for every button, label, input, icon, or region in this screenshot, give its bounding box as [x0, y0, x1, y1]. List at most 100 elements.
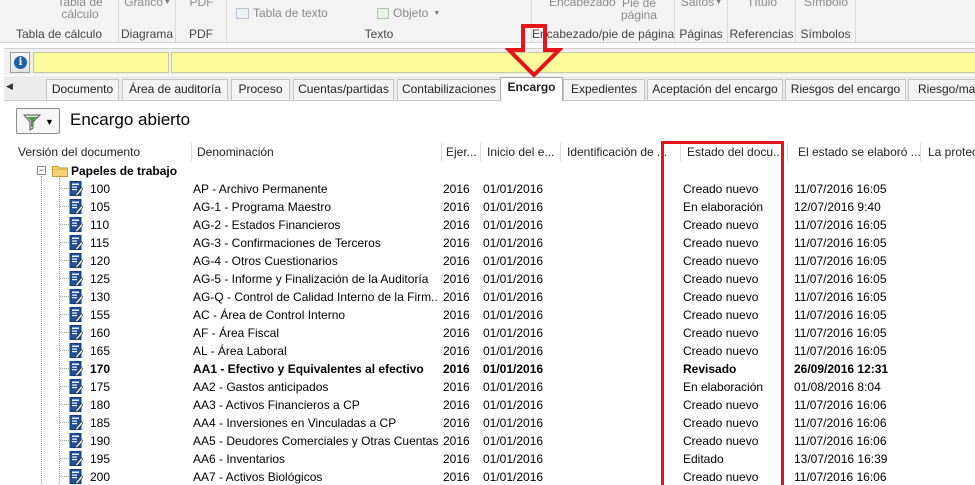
table-row[interactable]: 165 AL - Área Laboral 2016 01/01/2016 Creado… [0, 342, 975, 360]
spreadsheet-button-label: Tabla de cálculo [57, 0, 103, 21]
document-edit-icon [69, 235, 83, 250]
document-edit-icon [69, 181, 83, 196]
tab-encargo[interactable]: Encargo [500, 77, 563, 101]
chart-button-label: Gráfico [124, 0, 163, 9]
column-header-ejercicio[interactable]: Ejer... [444, 145, 480, 161]
object-button[interactable]: Objeto ▼ [377, 7, 441, 20]
document-edit-icon [69, 361, 83, 376]
column-divider[interactable] [680, 143, 681, 161]
document-edit-icon [69, 289, 83, 304]
table-icon [236, 8, 249, 20]
tab-cuentas-partidas[interactable]: Cuentas/partidas [293, 79, 394, 100]
fecha-estado-cell: 11/07/2016 16:05 [794, 218, 887, 232]
table-row[interactable]: 195 AA6 - Inventarios 2016 01/01/2016 Editad… [0, 450, 975, 468]
table-row[interactable]: 100 AP - Archivo Permanente 2016 01/01/2016… [0, 180, 975, 198]
estado-cell: Creado nuevo [683, 218, 759, 232]
tree-branch-line [60, 404, 69, 405]
version-cell: 200 [90, 470, 111, 484]
table-row[interactable]: 160 AF - Área Fiscal 2016 01/01/2016 Creado … [0, 324, 975, 342]
tree-branch-line [60, 242, 69, 243]
table-row[interactable]: 180 AA3 - Activos Financieros a CP 2016 01/… [0, 396, 975, 414]
tree-branch-line [60, 224, 69, 225]
table-row[interactable]: 130 AG-Q - Control de Calidad Interno de … [0, 288, 975, 306]
column-header-identificacion[interactable]: Identificación de ... [565, 145, 679, 161]
table-row[interactable]: 190 AA5 - Deudores Comerciales y Otras Cu… [0, 432, 975, 450]
version-cell: 105 [90, 200, 111, 214]
table-row[interactable]: 170 AA1 - Efectivo y Equivalentes al efec… [0, 360, 975, 378]
pdf-button[interactable]: PDF [176, 0, 227, 8]
spreadsheet-button[interactable]: Tabla de cálculo [50, 0, 110, 24]
ribbon-group-pdf: PDF PDF [176, 0, 227, 43]
breaks-button[interactable]: Saltos▼ [675, 0, 728, 8]
table-row[interactable]: 200 AA7 - Activos Biológicos 2016 01/01/201… [0, 468, 975, 485]
denominacion-cell: AF - Área Fiscal [193, 326, 280, 340]
column-header-denominacion[interactable]: Denominación [195, 145, 440, 161]
column-header-row: Versión del documento Denominación Ejer.… [8, 142, 975, 162]
header-button[interactable]: Encabezado [549, 0, 616, 8]
version-cell: 170 [90, 362, 111, 376]
column-divider[interactable] [480, 143, 481, 161]
tree-root-row[interactable]: Papeles de trabajo [0, 162, 975, 180]
tree-branch-line [60, 260, 69, 261]
footer-button[interactable]: Pie de página [617, 0, 661, 21]
tab-area-de-auditoria[interactable]: Área de auditoría [122, 79, 228, 100]
column-divider[interactable] [787, 143, 788, 161]
caption-button[interactable]: Título [728, 0, 796, 8]
denominacion-cell: AG-Q - Control de Calidad Interno de la … [193, 290, 438, 304]
table-row[interactable]: 110 AG-2 - Estados Financieros 2016 01/01/2… [0, 216, 975, 234]
inicio-cell: 01/01/2016 [483, 434, 544, 448]
chart-button[interactable]: Gráfico▼ [119, 0, 176, 8]
estado-cell: Editado [683, 452, 724, 466]
filter-dropdown-button[interactable]: ▼ [16, 108, 60, 134]
tab-contabilizaciones[interactable]: Contabilizaciones [397, 79, 501, 100]
tree-branch-line [60, 332, 69, 333]
table-row[interactable]: 115 AG-3 - Confirmaciones de Terceros 2016… [0, 234, 975, 252]
ejercicio-cell: 2016 [443, 200, 470, 214]
tree-branch-line [60, 368, 69, 369]
ejercicio-cell: 2016 [443, 344, 470, 358]
estado-cell: Creado nuevo [683, 254, 759, 268]
version-cell: 190 [90, 434, 111, 448]
column-header-proteccion[interactable]: La protec [926, 145, 975, 161]
column-header-fecha-estado[interactable]: El estado se elaboró ... [796, 145, 920, 161]
ribbon-group-pages: Saltos▼ Páginas [675, 0, 728, 43]
document-edit-icon [69, 379, 83, 394]
inicio-cell: 01/01/2016 [483, 344, 544, 358]
table-row[interactable]: 105 AG-1 - Programa Maestro 2016 01/01/2016… [0, 198, 975, 216]
column-divider[interactable] [920, 143, 921, 161]
denominacion-cell: AG-2 - Estados Financieros [193, 218, 341, 232]
fecha-estado-cell: 11/07/2016 16:05 [794, 344, 887, 358]
info-button[interactable]: i [10, 52, 30, 73]
table-row[interactable]: 125 AG-5 - Informe y Finalización de la A… [0, 270, 975, 288]
ejercicio-cell: 2016 [443, 452, 470, 466]
tab-documento[interactable]: Documento [46, 79, 119, 100]
estado-cell: Creado nuevo [683, 182, 759, 196]
column-header-version[interactable]: Versión del documento [16, 145, 190, 161]
version-cell: 195 [90, 452, 111, 466]
tab-aceptacion-del-encargo[interactable]: Aceptación del encargo [647, 79, 783, 100]
table-row[interactable]: 155 AC - Área de Control Interno 2016 01/01… [0, 306, 975, 324]
column-header-estado[interactable]: Estado del docu... [685, 145, 785, 161]
column-divider[interactable] [191, 143, 192, 161]
column-header-inicio[interactable]: Inicio del e... [485, 145, 560, 161]
ribbon-group-references: Título Referencias [728, 0, 796, 43]
ejercicio-cell: 2016 [443, 182, 470, 196]
tab-expedientes[interactable]: Expedientes [563, 79, 645, 100]
symbol-button[interactable]: Símbolo [796, 0, 856, 8]
ejercicio-cell: 2016 [443, 218, 470, 232]
tabs-scroll-left-icon[interactable]: ◀ [6, 81, 13, 92]
tab-riesgo-mat[interactable]: Riesgo/mat [908, 79, 975, 100]
column-divider[interactable] [560, 143, 561, 161]
inicio-cell: 01/01/2016 [483, 236, 544, 250]
estado-cell: Creado nuevo [683, 398, 759, 412]
column-divider[interactable] [441, 143, 442, 161]
table-row[interactable]: 175 AA2 - Gastos anticipados 2016 01/01/201… [0, 378, 975, 396]
fecha-estado-cell: 11/07/2016 16:06 [794, 434, 887, 448]
chevron-down-icon: ▼ [433, 10, 441, 18]
text-table-button[interactable]: Tabla de texto [236, 7, 328, 20]
tab-riesgos-del-encargo[interactable]: Riesgos del encargo [785, 79, 906, 100]
tab-proceso[interactable]: Proceso [231, 79, 290, 100]
table-row[interactable]: 185 AA4 - Inversiones en Vinculadas a CP 2… [0, 414, 975, 432]
table-row[interactable]: 120 AG-4 - Otros Cuestionarios 2016 01/01/2… [0, 252, 975, 270]
fecha-estado-cell: 11/07/2016 16:05 [794, 326, 887, 340]
